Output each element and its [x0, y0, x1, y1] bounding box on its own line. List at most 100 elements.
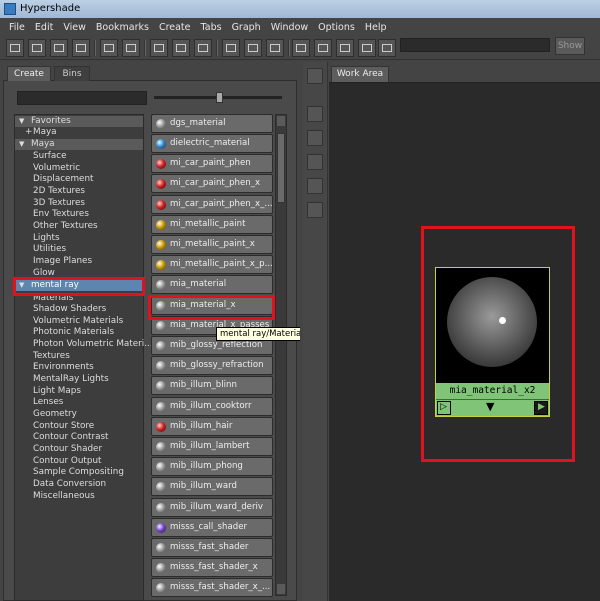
- side-tool-icon[interactable]: [307, 106, 323, 122]
- graph-materials-icon[interactable]: [100, 39, 118, 57]
- tree-item[interactable]: Photon Volumetric Materi...: [15, 339, 153, 350]
- tree-item[interactable]: Lenses: [15, 397, 63, 408]
- tree-item[interactable]: Shadow Shaders: [15, 304, 106, 315]
- ipr-render-icon[interactable]: [314, 39, 332, 57]
- tree-item[interactable]: Image Planes: [15, 256, 92, 267]
- node-button-misss-fast-shader-x-passes[interactable]: misss_fast_shader_x_...: [151, 578, 273, 597]
- node-button-dielectric-material[interactable]: dielectric_material: [151, 134, 273, 153]
- input-port-icon[interactable]: ▷: [437, 401, 451, 415]
- tree-item[interactable]: Volumetric Materials: [15, 316, 123, 327]
- node-button-misss-call-shader[interactable]: misss_call_shader: [151, 518, 273, 537]
- side-tool-icon[interactable]: [307, 68, 323, 84]
- tree-item[interactable]: Other Textures: [15, 221, 98, 232]
- menu-edit[interactable]: Edit: [30, 22, 58, 33]
- node-button-mib-illum-cooktorr[interactable]: mib_illum_cooktorr: [151, 397, 273, 416]
- layout-split-icon[interactable]: [72, 39, 90, 57]
- node-button-mib-illum-hair[interactable]: mib_illum_hair: [151, 417, 273, 436]
- node-button-dgs-material[interactable]: dgs_material: [151, 114, 273, 133]
- scroll-up-icon[interactable]: [277, 116, 285, 126]
- tree-item[interactable]: Env Textures: [15, 209, 89, 220]
- tree-header-favorites[interactable]: ▼ Favorites: [15, 116, 143, 127]
- tree-item[interactable]: Data Conversion: [15, 479, 106, 490]
- menu-bookmarks[interactable]: Bookmarks: [91, 22, 154, 33]
- layout-bottom-icon[interactable]: [50, 39, 68, 57]
- menu-create[interactable]: Create: [154, 22, 196, 33]
- slider-handle[interactable]: [216, 92, 223, 103]
- node-button-mi-metallic-paint[interactable]: mi_metallic_paint: [151, 215, 273, 234]
- tree-item-favorite-maya[interactable]: + Maya: [15, 127, 57, 138]
- layout-top-icon[interactable]: [28, 39, 46, 57]
- side-tool-icon[interactable]: [307, 178, 323, 194]
- node-button-mib-illum-phong[interactable]: mib_illum_phong: [151, 457, 273, 476]
- scrollbar-thumb[interactable]: [277, 133, 285, 203]
- tab-bins[interactable]: Bins: [54, 66, 90, 81]
- rearrange-graph-icon[interactable]: [172, 39, 190, 57]
- node-button-misss-fast-shader-x[interactable]: misss_fast_shader_x: [151, 558, 273, 577]
- shader-node[interactable]: mia_material_x2 ▷ ▼ ▶: [435, 267, 550, 417]
- layout-single-icon[interactable]: [6, 39, 24, 57]
- scroll-down-icon[interactable]: [277, 584, 285, 594]
- tree-item[interactable]: Lights: [15, 233, 60, 244]
- output-port-icon[interactable]: ▶: [534, 401, 548, 415]
- show-button[interactable]: Show: [555, 37, 585, 55]
- snapshot-icon[interactable]: [336, 39, 354, 57]
- expand-arrow-icon[interactable]: ▼: [486, 400, 494, 413]
- graph-network-icon[interactable]: [194, 39, 212, 57]
- menu-view[interactable]: View: [58, 22, 91, 33]
- side-tool-icon[interactable]: [307, 202, 323, 218]
- tab-create[interactable]: Create: [7, 66, 51, 81]
- node-button-mi-metallic-paint-x-passes[interactable]: mi_metallic_paint_x_p...: [151, 255, 273, 274]
- render-view-icon[interactable]: [292, 39, 310, 57]
- side-tool-icon[interactable]: [307, 130, 323, 146]
- tree-item[interactable]: Contour Shader: [15, 444, 102, 455]
- node-button-mib-illum-blinn[interactable]: mib_illum_blinn: [151, 376, 273, 395]
- tree-item[interactable]: Volumetric: [15, 163, 80, 174]
- tree-item[interactable]: MentalRay Lights: [15, 374, 109, 385]
- window-title: Hypershade: [20, 3, 81, 14]
- tab-work-area[interactable]: Work Area: [331, 66, 389, 82]
- toolbar-search-input[interactable]: [400, 38, 550, 52]
- node-button-mia-material[interactable]: mia_material: [151, 275, 273, 294]
- node-button-mi-metallic-paint-x[interactable]: mi_metallic_paint_x: [151, 235, 273, 254]
- node-button-mi-car-paint-phen[interactable]: mi_car_paint_phen: [151, 154, 273, 173]
- output-connections-icon[interactable]: [266, 39, 284, 57]
- tree-item[interactable]: Displacement: [15, 174, 93, 185]
- menu-window[interactable]: Window: [266, 22, 313, 33]
- toggle-icon[interactable]: [378, 39, 396, 57]
- tree-item[interactable]: Light Maps: [15, 386, 81, 397]
- tree-item[interactable]: Utilities: [15, 244, 66, 255]
- graph-textures-icon[interactable]: [122, 39, 140, 57]
- tree-header-maya[interactable]: ▼ Maya: [15, 139, 143, 150]
- menu-help[interactable]: Help: [360, 22, 392, 33]
- node-button-mib-illum-lambert[interactable]: mib_illum_lambert: [151, 437, 273, 456]
- tree-item[interactable]: Contour Contrast: [15, 432, 109, 443]
- tree-item[interactable]: 2D Textures: [15, 186, 85, 197]
- node-button-mi-car-paint-phen-x-passes[interactable]: mi_car_paint_phen_x_...: [151, 195, 273, 214]
- menu-file[interactable]: File: [4, 22, 30, 33]
- tree-item[interactable]: Environments: [15, 362, 94, 373]
- node-button-misss-fast-shader[interactable]: misss_fast_shader: [151, 538, 273, 557]
- menu-tabs[interactable]: Tabs: [196, 22, 227, 33]
- node-button-mib-illum-ward[interactable]: mib_illum_ward: [151, 477, 273, 496]
- render-settings-icon[interactable]: [358, 39, 376, 57]
- tree-item[interactable]: Surface: [15, 151, 67, 162]
- tree-item[interactable]: Textures: [15, 351, 70, 362]
- side-tool-icon[interactable]: [307, 154, 323, 170]
- clear-graph-icon[interactable]: [150, 39, 168, 57]
- tree-item[interactable]: Sample Compositing: [15, 467, 124, 478]
- tree-item[interactable]: Miscellaneous: [15, 491, 95, 502]
- tree-item[interactable]: Photonic Materials: [15, 327, 114, 338]
- node-button-mi-car-paint-phen-x[interactable]: mi_car_paint_phen_x: [151, 174, 273, 193]
- tree-item[interactable]: 3D Textures: [15, 198, 85, 209]
- node-button-mib-glossy-refraction[interactable]: mib_glossy_refraction: [151, 356, 273, 375]
- node-button-mib-illum-ward-deriv[interactable]: mib_illum_ward_deriv: [151, 498, 273, 517]
- tree-item[interactable]: Contour Output: [15, 456, 101, 467]
- menu-graph[interactable]: Graph: [227, 22, 266, 33]
- tree-item[interactable]: Contour Store: [15, 421, 94, 432]
- input-connections-icon[interactable]: [222, 39, 240, 57]
- menu-options[interactable]: Options: [313, 22, 360, 33]
- node-list-scrollbar[interactable]: [275, 114, 287, 596]
- tree-item[interactable]: Geometry: [15, 409, 77, 420]
- input-output-connections-icon[interactable]: [244, 39, 262, 57]
- node-search-input[interactable]: [17, 91, 147, 105]
